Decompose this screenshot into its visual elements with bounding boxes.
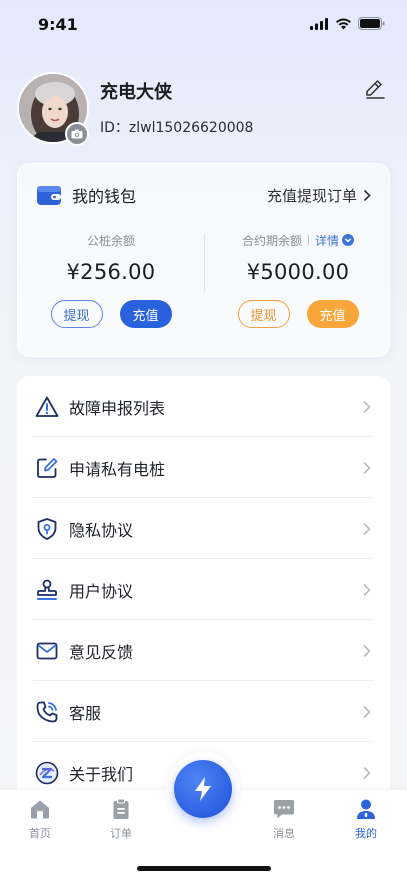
status-time: 9:41 (38, 15, 78, 34)
menu-item-apply-private-charger[interactable]: 申请私有电桩 (17, 437, 390, 498)
menu-label: 客服 (69, 703, 102, 723)
tab-home[interactable]: 首页 (15, 798, 65, 841)
menu-label: 申请私有电桩 (69, 459, 166, 479)
menu-label: 意见反馈 (69, 642, 134, 662)
public-recharge-button[interactable]: 充值 (119, 300, 172, 328)
menu-label: 用户协议 (69, 581, 134, 601)
phone-icon (36, 701, 58, 722)
profile-header: 充电大侠 ID：zlwl15026620008 (17, 72, 390, 146)
recharge-withdraw-orders-link[interactable]: 充值提现订单 (267, 185, 371, 206)
menu-item-privacy-policy[interactable]: 隐私协议 (17, 498, 390, 559)
public-balance-section: 公桩余额 ¥256.00 提现 充值 (18, 232, 204, 328)
public-balance-label: 公桩余额 (86, 233, 135, 248)
contract-balance-label: 合约期余额 (241, 233, 302, 248)
menu-item-user-agreement[interactable]: 用户协议 (17, 559, 390, 620)
public-balance-amount: ¥256.00 (66, 260, 156, 284)
contract-detail-label: 详情 (315, 233, 340, 248)
edit-icon (37, 457, 58, 478)
shield-icon (37, 517, 57, 540)
wifi-icon (336, 18, 351, 29)
menu-item-customer-service[interactable]: 客服 (17, 681, 390, 742)
mail-icon (36, 642, 58, 659)
wallet-card: 我的钱包 充值提现订单 公桩余额 ¥256.00 提现 充值 合约期余额 详情 (17, 163, 390, 357)
camera-icon (71, 129, 83, 139)
menu-item-feedback[interactable]: 意见反馈 (17, 620, 390, 681)
tab-messages-label: 消息 (273, 827, 295, 840)
contract-balance-amount: ¥5000.00 (246, 260, 350, 284)
menu-label: 故障申报列表 (69, 398, 166, 418)
user-id: ID：zlwl15026620008 (100, 120, 254, 136)
chevron-right-icon (363, 766, 371, 779)
logo-icon (35, 761, 59, 784)
contract-detail-link[interactable]: 详情 (315, 232, 355, 249)
contract-balance-section: 合约期余额 详情 ¥5000.00 提现 充值 (205, 232, 391, 328)
lightning-icon (195, 777, 211, 801)
tab-messages[interactable]: 消息 (259, 798, 309, 841)
contract-balance-label-row: 合约期余额 详情 (205, 232, 391, 248)
edit-profile-icon[interactable] (364, 78, 386, 100)
label-separator (308, 235, 309, 245)
signal-icon (310, 17, 328, 30)
wallet-header: 我的钱包 充值提现订单 (36, 183, 371, 207)
change-avatar-button[interactable] (65, 122, 89, 146)
chevron-right-icon (363, 461, 371, 474)
status-bar: 9:41 (0, 0, 407, 50)
status-icons (310, 17, 385, 30)
user-icon (357, 799, 375, 819)
home-icon (31, 800, 49, 819)
chevron-right-icon (363, 400, 371, 413)
chevron-right-icon (363, 644, 371, 657)
stamp-icon (37, 579, 57, 600)
username: 充电大侠 (100, 82, 172, 103)
wallet-title: 我的钱包 (72, 187, 137, 206)
menu-item-fault-reports[interactable]: 故障申报列表 (17, 376, 390, 437)
menu-label: 关于我们 (69, 764, 134, 784)
chevron-down-circle-icon (342, 234, 355, 246)
settings-menu: 故障申报列表 申请私有电桩 隐私协议 用户协议 意见反馈 客服 关于我们 (17, 376, 390, 806)
orders-icon (113, 798, 129, 819)
tab-home-label: 首页 (29, 827, 51, 840)
center-charge-button-wrap (166, 752, 240, 826)
warning-icon (35, 396, 59, 417)
home-indicator (137, 866, 271, 871)
tab-orders-label: 订单 (110, 827, 132, 840)
chevron-right-icon (363, 189, 371, 202)
chevron-right-icon (363, 522, 371, 535)
contract-withdraw-button[interactable]: 提现 (237, 300, 290, 328)
chevron-right-icon (363, 583, 371, 596)
menu-label: 隐私协议 (69, 520, 134, 540)
message-icon (274, 800, 294, 819)
chevron-right-icon (363, 705, 371, 718)
contract-recharge-button[interactable]: 充值 (306, 300, 359, 328)
tab-mine[interactable]: 我的 (341, 798, 391, 841)
battery-icon (358, 17, 385, 30)
tab-orders[interactable]: 订单 (96, 798, 146, 841)
wallet-icon (37, 186, 61, 205)
public-withdraw-button[interactable]: 提现 (50, 300, 103, 328)
recharge-withdraw-orders-label: 充值提现订单 (266, 187, 357, 205)
charge-button[interactable] (174, 760, 232, 818)
tab-mine-label: 我的 (355, 827, 377, 840)
